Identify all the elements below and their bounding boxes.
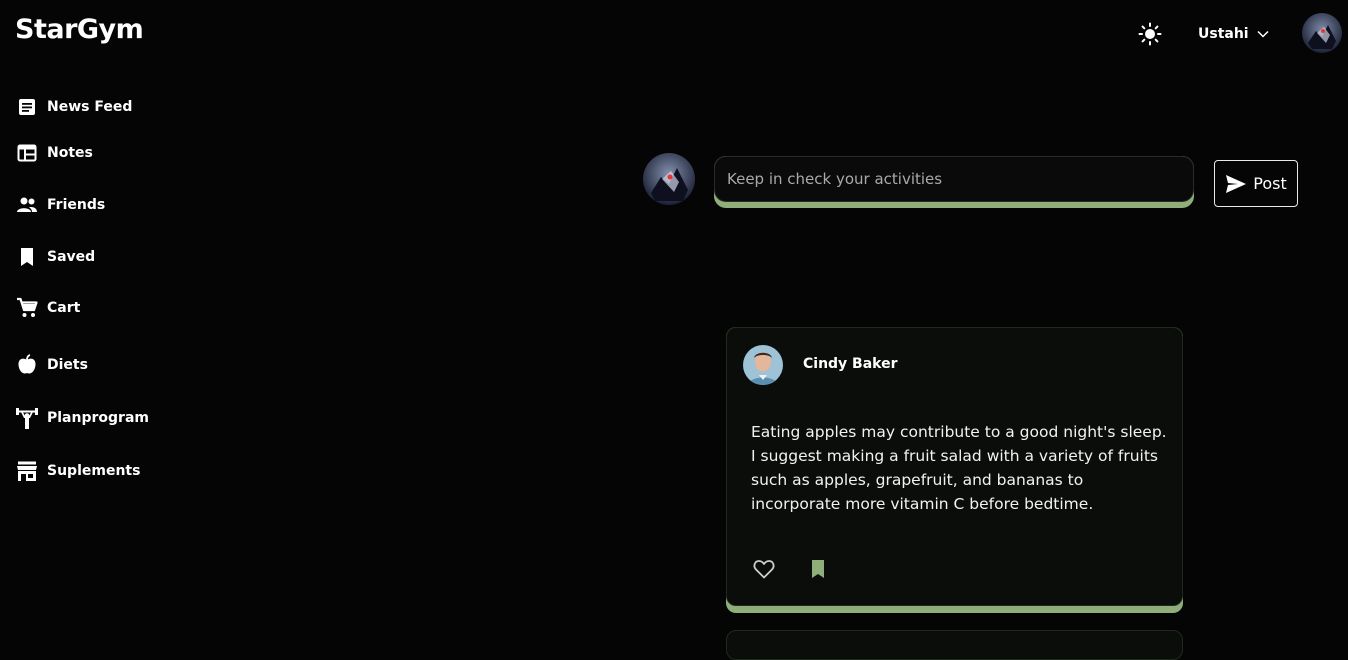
- sidebar-item-suplements[interactable]: Suplements: [16, 458, 140, 484]
- sidebar-item-friends[interactable]: Friends: [16, 192, 105, 218]
- send-icon: [1226, 174, 1247, 193]
- table-icon: [16, 142, 38, 164]
- sidebar-item-saved[interactable]: Saved: [16, 244, 95, 270]
- post-button[interactable]: Post: [1214, 160, 1298, 207]
- sidebar-item-label: Planprogram: [47, 410, 149, 426]
- app-logo[interactable]: StarGym: [15, 14, 144, 45]
- sidebar-item-label: News Feed: [47, 99, 133, 115]
- post-author-name[interactable]: Cindy Baker: [803, 356, 898, 372]
- composer-avatar: [643, 153, 695, 205]
- heart-icon: [753, 560, 775, 579]
- sidebar-item-label: Diets: [47, 357, 88, 373]
- bookmark-icon: [812, 560, 824, 578]
- post-text: Eating apples may contribute to a good n…: [751, 423, 1167, 513]
- sidebar-item-label: Friends: [47, 197, 106, 213]
- sidebar-item-label: Saved: [47, 249, 96, 265]
- apple-icon: [16, 354, 38, 376]
- like-button[interactable]: [751, 556, 777, 582]
- theme-toggle-button[interactable]: [1137, 21, 1163, 47]
- sidebar-item-label: Cart: [47, 300, 81, 316]
- article-icon: [16, 96, 38, 118]
- post-card: [726, 630, 1183, 660]
- sidebar-item-label: Suplements: [47, 463, 141, 479]
- user-menu[interactable]: Ustahi: [1198, 24, 1269, 44]
- save-button[interactable]: [805, 556, 831, 582]
- sidebar-item-label: Notes: [47, 145, 93, 161]
- post-card: Cindy Baker Eating apples may contribute…: [726, 327, 1183, 613]
- sidebar-item-cart[interactable]: Cart: [16, 295, 80, 321]
- store-icon: [16, 460, 38, 482]
- sun-icon: [1138, 22, 1162, 46]
- cart-icon: [16, 297, 38, 319]
- chevron-down-icon: [1257, 30, 1269, 38]
- sidebar-item-planprogram[interactable]: Planprogram: [16, 405, 149, 431]
- bookmark-icon: [16, 246, 38, 268]
- sidebar-item-notes[interactable]: Notes: [16, 140, 93, 166]
- sidebar-item-news-feed[interactable]: News Feed: [16, 94, 132, 120]
- composer-input-frame: [714, 156, 1194, 208]
- post-button-label: Post: [1253, 174, 1287, 193]
- user-name: Ustahi: [1198, 26, 1249, 42]
- sidebar-item-diets[interactable]: Diets: [16, 352, 88, 378]
- post-author-avatar[interactable]: [743, 345, 783, 385]
- people-icon: [16, 194, 38, 216]
- weightlifter-icon: [16, 407, 38, 429]
- activity-input[interactable]: [725, 169, 1193, 189]
- avatar[interactable]: [1302, 13, 1342, 53]
